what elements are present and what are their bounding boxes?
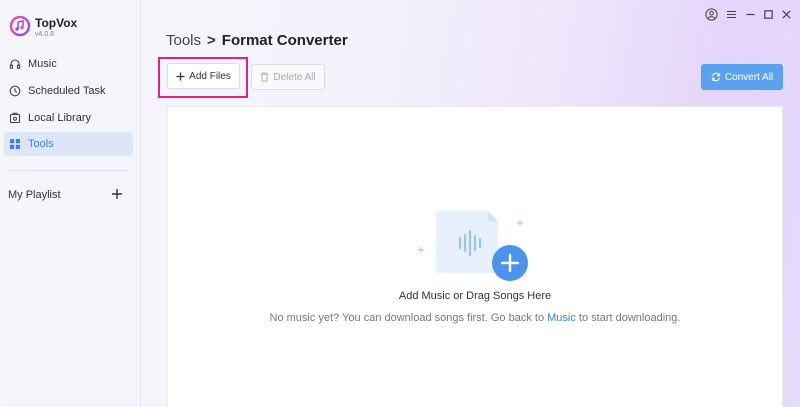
hint-text-after: to start downloading. bbox=[575, 312, 681, 324]
sidebar: TopVox v4.0.8 Music Scheduled Task Local… bbox=[0, 0, 141, 407]
sidebar-item-label: Scheduled Task bbox=[28, 85, 106, 97]
clock-icon bbox=[8, 84, 22, 98]
add-music-illustration-icon bbox=[418, 211, 528, 281]
music-link[interactable]: Music bbox=[547, 312, 576, 324]
drop-zone-hint: No music yet? You can download songs fir… bbox=[168, 312, 782, 324]
sidebar-item-label: Music bbox=[28, 58, 57, 70]
add-files-label: Add Files bbox=[189, 70, 231, 82]
sidebar-item-tools[interactable]: Tools bbox=[4, 132, 133, 156]
breadcrumb: Tools > Format Converter bbox=[166, 32, 348, 49]
app-name: TopVox bbox=[35, 16, 78, 30]
minimize-icon[interactable] bbox=[744, 8, 757, 21]
sidebar-divider bbox=[7, 170, 129, 171]
playlist-label: My Playlist bbox=[8, 189, 61, 201]
breadcrumb-tools[interactable]: Tools bbox=[166, 32, 201, 49]
drop-zone[interactable]: Add Music or Drag Songs Here No music ye… bbox=[167, 106, 783, 407]
app-version: v4.0.8 bbox=[35, 31, 55, 38]
topvox-logo-icon bbox=[9, 15, 31, 37]
sidebar-item-label: Tools bbox=[28, 138, 54, 150]
grid-icon bbox=[8, 137, 22, 151]
refresh-icon bbox=[711, 72, 720, 82]
convert-all-button[interactable]: Convert All bbox=[701, 64, 783, 90]
page-title: Format Converter bbox=[221, 32, 348, 49]
account-icon[interactable] bbox=[705, 8, 718, 21]
breadcrumb-separator: > bbox=[207, 32, 216, 49]
sidebar-item-scheduled-task[interactable]: Scheduled Task bbox=[4, 79, 133, 103]
sidebar-item-label: Local Library bbox=[28, 112, 91, 124]
drop-zone-title: Add Music or Drag Songs Here bbox=[398, 290, 552, 302]
delete-all-button[interactable]: Delete All bbox=[251, 64, 325, 90]
add-files-button[interactable]: Add Files bbox=[167, 63, 240, 89]
trash-icon bbox=[261, 72, 269, 82]
headphones-icon bbox=[8, 57, 22, 71]
add-playlist-icon[interactable] bbox=[110, 187, 124, 201]
library-icon bbox=[8, 111, 22, 125]
menu-icon[interactable] bbox=[725, 8, 738, 21]
sidebar-item-local-library[interactable]: Local Library bbox=[4, 106, 133, 130]
close-icon[interactable] bbox=[780, 8, 793, 21]
convert-all-label: Convert All bbox=[724, 71, 774, 83]
maximize-icon[interactable] bbox=[762, 8, 775, 21]
hint-text-before: No music yet? You can download songs fir… bbox=[269, 312, 548, 324]
plus-icon bbox=[176, 72, 185, 80]
sidebar-item-music[interactable]: Music bbox=[4, 52, 133, 76]
delete-all-label: Delete All bbox=[273, 71, 316, 83]
